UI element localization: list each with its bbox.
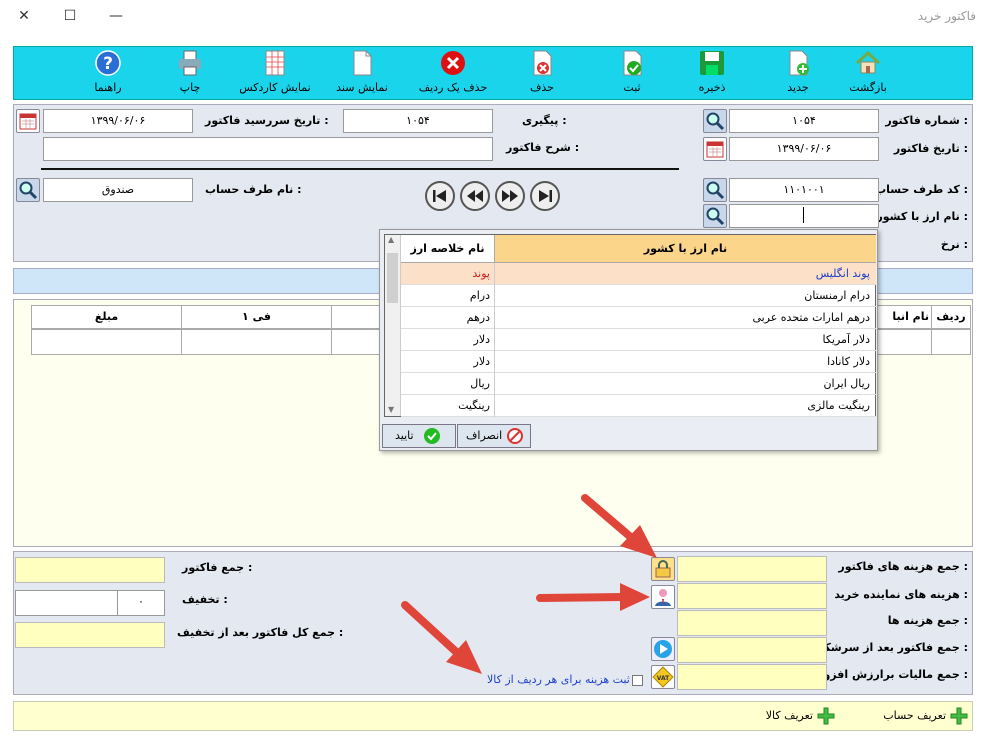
arrow-to-checkbox xyxy=(401,601,482,674)
arrow-to-invoice-costs xyxy=(581,494,657,558)
arrow-to-agent-costs xyxy=(536,583,650,611)
annotation-arrows xyxy=(401,494,657,674)
